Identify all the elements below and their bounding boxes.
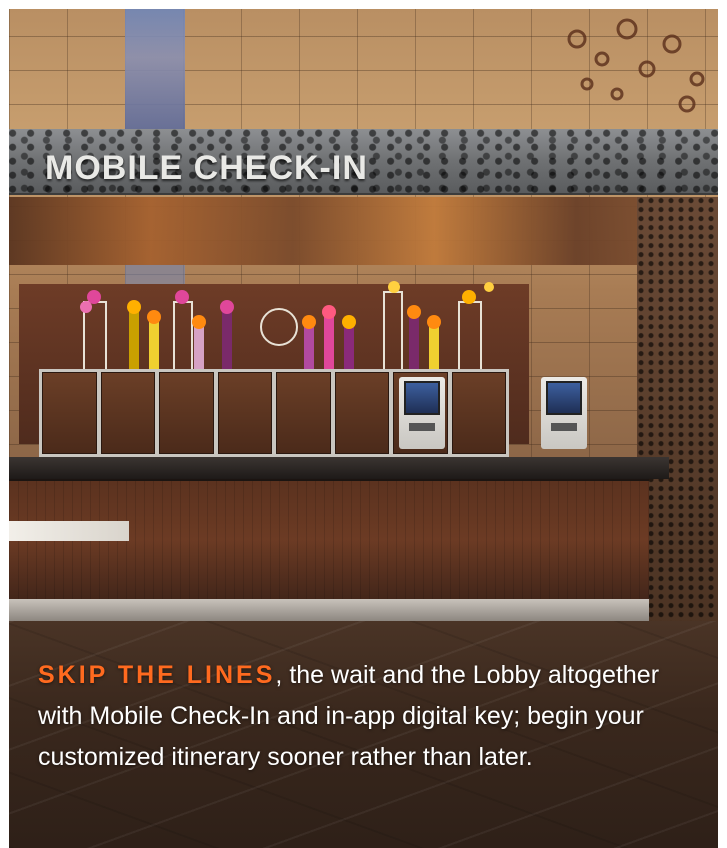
check-in-kiosk — [541, 377, 587, 449]
cabinet — [451, 372, 506, 454]
counter-reflection — [9, 521, 129, 541]
kiosk-card-slot — [409, 423, 435, 431]
cabinet — [159, 372, 214, 454]
cabinet — [276, 372, 331, 454]
kiosk-screen — [546, 381, 582, 415]
flower-arrangement — [80, 281, 494, 373]
counter-base — [9, 599, 649, 621]
kiosk-card-slot — [551, 423, 577, 431]
cabinet — [217, 372, 272, 454]
glass-column — [125, 9, 185, 131]
cabinet — [334, 372, 389, 454]
cabinet — [42, 372, 97, 454]
cabinet — [100, 372, 155, 454]
mobile-check-in-sign: MOBILE CHECK-IN — [45, 149, 368, 187]
reflective-ceiling — [9, 197, 718, 265]
counter-top — [9, 457, 669, 479]
caption-lead: SKIP THE LINES — [38, 661, 276, 689]
caption-text: SKIP THE LINES, the wait and the Lobby a… — [38, 655, 678, 778]
decorative-rings — [567, 18, 705, 113]
kiosk-screen — [404, 381, 440, 415]
patterned-wall — [637, 197, 718, 627]
check-in-kiosk — [399, 377, 445, 449]
